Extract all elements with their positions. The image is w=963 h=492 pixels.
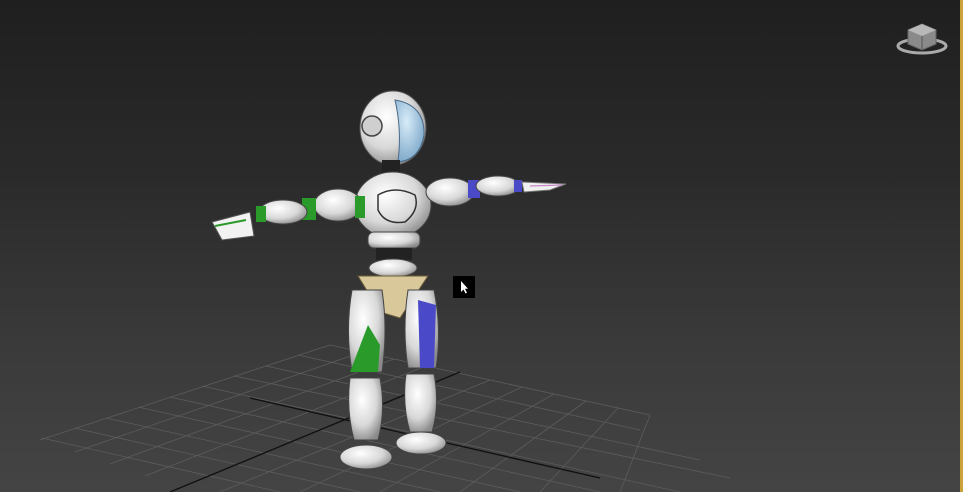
robot-arm-right xyxy=(425,175,567,207)
cursor-arrow-icon xyxy=(453,276,475,298)
robot-head xyxy=(359,90,427,174)
robot-leg-left xyxy=(339,289,393,470)
robot-character-model[interactable] xyxy=(0,0,963,492)
robot-leg-right xyxy=(395,289,447,455)
robot-arm-left xyxy=(211,188,365,241)
viewcube-icon[interactable] xyxy=(894,18,950,58)
perspective-viewport[interactable] xyxy=(0,0,963,492)
robot-torso xyxy=(354,171,432,278)
